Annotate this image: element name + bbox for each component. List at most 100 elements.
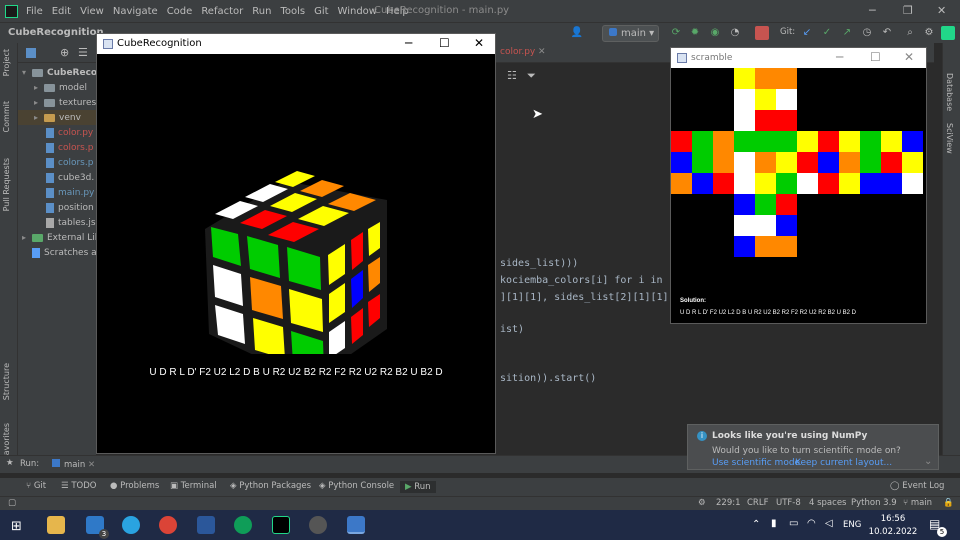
run-tab-main[interactable]: main ✕: [52, 459, 95, 470]
menu-refactor[interactable]: Refactor: [201, 6, 243, 17]
file-encoding[interactable]: UTF-8: [776, 498, 801, 508]
tab-close-icon[interactable]: ✕: [538, 47, 546, 57]
profile-icon[interactable]: ◔: [728, 26, 742, 40]
run-config-selector[interactable]: main ▾: [602, 25, 659, 42]
close-icon[interactable]: ✕: [474, 36, 484, 50]
battery-icon[interactable]: ▭: [789, 518, 798, 529]
tree-item-color-py[interactable]: color.py: [46, 125, 93, 140]
caret-position[interactable]: 229:1: [716, 498, 741, 508]
chrome-icon[interactable]: [159, 516, 177, 534]
tree-root[interactable]: ▾ CubeRecog: [22, 65, 104, 80]
scramble-window-titlebar[interactable]: scramble ─ ☐ ✕: [671, 48, 926, 68]
git-push-icon[interactable]: ↗: [840, 26, 854, 40]
close-icon[interactable]: ✕: [937, 4, 946, 17]
sort-icon[interactable]: ☷: [507, 69, 517, 82]
chevron-down-icon[interactable]: ⌄: [924, 456, 932, 467]
project-breadcrumb[interactable]: CubeRecognition: [8, 27, 104, 38]
tree-item-venv[interactable]: ▸ venv: [18, 110, 96, 125]
obs-icon[interactable]: [309, 516, 327, 534]
pin-icon[interactable]: ★: [6, 458, 14, 468]
maximize-icon[interactable]: ☐: [439, 36, 450, 50]
tab-commit[interactable]: Commit: [2, 101, 11, 132]
tree-external-libraries[interactable]: ▸ External Libr: [22, 230, 104, 245]
settings-gear-icon[interactable]: ⚙: [922, 26, 936, 40]
keep-layout-link[interactable]: Keep current layout...: [795, 458, 892, 468]
menu-run[interactable]: Run: [252, 6, 271, 17]
word-icon[interactable]: [197, 516, 215, 534]
tray-chevron-up-icon[interactable]: ⌃: [752, 519, 760, 530]
git-update-icon[interactable]: ↙: [800, 26, 814, 40]
interpreter[interactable]: Python 3.9: [851, 498, 897, 508]
debug-icon[interactable]: ✹: [688, 26, 702, 40]
menu-navigate[interactable]: Navigate: [113, 6, 158, 17]
menu-file[interactable]: File: [26, 6, 43, 17]
git-branch-status[interactable]: ⑂ main: [903, 498, 932, 508]
menu-edit[interactable]: Edit: [52, 6, 71, 17]
python-taskbar-icon[interactable]: [347, 516, 365, 534]
jetbrains-icon[interactable]: [941, 26, 955, 40]
minimize-icon[interactable]: ─: [405, 36, 412, 50]
tab-python-packages[interactable]: ◈ Python Packages: [230, 481, 311, 491]
tab-run[interactable]: ▶ Run: [400, 481, 436, 493]
tree-item-textures[interactable]: ▸ textures: [34, 95, 96, 110]
wifi-icon[interactable]: ◠: [807, 518, 816, 529]
layout-icon[interactable]: ▢: [8, 498, 16, 508]
volume-icon[interactable]: ◁: [825, 518, 833, 529]
menu-view[interactable]: View: [80, 6, 104, 17]
tree-item-main-py[interactable]: main.py: [46, 185, 94, 200]
tree-item-colors-p[interactable]: colors.p: [46, 140, 93, 155]
build-icon[interactable]: ⟳: [669, 26, 683, 40]
restore-icon[interactable]: ❐: [903, 4, 913, 17]
history-icon[interactable]: ◷: [860, 26, 874, 40]
search-icon[interactable]: ⌕: [903, 26, 917, 40]
maximize-icon[interactable]: ☐: [870, 50, 881, 64]
tree-item-model[interactable]: ▸ model: [34, 80, 87, 95]
tab-pull-requests[interactable]: Pull Requests: [2, 158, 11, 211]
file-explorer-icon[interactable]: [47, 516, 65, 534]
tree-item-colors-p-2[interactable]: colors.p: [46, 155, 93, 170]
menu-code[interactable]: Code: [167, 6, 193, 17]
view-options-icon[interactable]: [26, 48, 36, 58]
menu-window[interactable]: Window: [338, 6, 377, 17]
microphone-icon[interactable]: ▮: [771, 518, 777, 529]
filter-icon[interactable]: ⏷: [527, 69, 536, 83]
minimize-icon[interactable]: ─: [869, 4, 876, 17]
event-log-button[interactable]: ◯ Event Log: [890, 481, 944, 491]
tab-git[interactable]: ⑂ Git: [26, 481, 46, 491]
locate-icon[interactable]: ⊕: [60, 46, 69, 59]
tree-item-position[interactable]: position: [46, 200, 94, 215]
tab-database[interactable]: Database: [945, 73, 954, 111]
clock-date[interactable]: 10.02.2022: [868, 527, 918, 537]
tab-todo[interactable]: ☰ TODO: [61, 481, 96, 491]
user-icon[interactable]: 👤: [570, 26, 584, 40]
close-icon[interactable]: ✕: [88, 460, 95, 470]
tab-project[interactable]: Project: [2, 49, 11, 76]
stop-icon[interactable]: [755, 26, 769, 40]
tab-terminal[interactable]: ▣ Terminal: [170, 481, 217, 491]
tree-item-cube3d[interactable]: cube3d.: [46, 170, 94, 185]
minimize-icon[interactable]: ─: [836, 50, 843, 64]
editor-tab-color-py[interactable]: color.py: [500, 47, 535, 57]
tab-problems[interactable]: ● Problems: [110, 481, 159, 491]
tree-item-tables-json[interactable]: tables.js: [46, 215, 96, 230]
tab-favorites[interactable]: Favorites: [2, 423, 11, 459]
tab-python-console[interactable]: ◈ Python Console: [319, 481, 394, 491]
telegram-icon[interactable]: [122, 516, 140, 534]
tab-structure[interactable]: Structure: [2, 363, 11, 400]
indent-setting[interactable]: 4 spaces: [809, 498, 846, 508]
git-commit-icon[interactable]: ✓: [820, 26, 834, 40]
language-indicator[interactable]: ENG: [843, 520, 861, 530]
tree-scratches[interactable]: Scratches a: [32, 245, 97, 260]
scramble-window[interactable]: scramble ─ ☐ ✕ Solution: U D R L D' F2 U…: [670, 47, 927, 324]
close-icon[interactable]: ✕: [904, 50, 914, 64]
rollback-icon[interactable]: ↶: [880, 26, 894, 40]
menu-git[interactable]: Git: [314, 6, 328, 17]
menu-tools[interactable]: Tools: [280, 6, 305, 17]
clock-time[interactable]: 16:56: [868, 514, 918, 524]
line-separator[interactable]: CRLF: [747, 498, 768, 508]
use-scientific-mode-link[interactable]: Use scientific mode: [712, 458, 800, 468]
collapse-icon[interactable]: ☰: [78, 46, 88, 59]
chrome-profile-icon[interactable]: [234, 516, 252, 534]
cube-recognition-window[interactable]: CubeRecognition ─ ☐ ✕ U D R L D' F2 U2 L…: [96, 33, 496, 454]
coverage-icon[interactable]: ◉: [708, 26, 722, 40]
